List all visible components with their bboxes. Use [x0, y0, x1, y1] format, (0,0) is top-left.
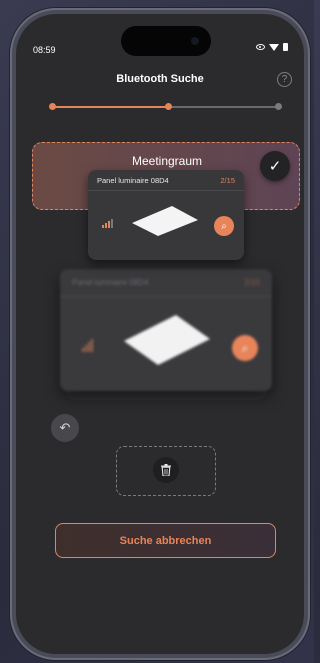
- ghost-card-count: 2/15: [244, 278, 260, 287]
- ghost-card-name: Panel luminaire 08D4: [72, 278, 149, 287]
- luminaire-card-blurred: Panel luminaire 08D4 2/15 ⌕: [60, 269, 272, 391]
- status-icons: [256, 43, 288, 51]
- luminaire-card[interactable]: Panel luminaire 08D4 2/15 ⌕: [88, 170, 244, 260]
- undo-icon: ↶: [59, 420, 71, 435]
- panel-shape-icon: [132, 206, 198, 236]
- step-dot-1: [49, 103, 56, 110]
- status-time: 08:59: [33, 45, 56, 55]
- stepper-line-complete: [51, 106, 169, 108]
- undo-button[interactable]: ↶: [51, 414, 79, 442]
- signal-strength-icon: [102, 219, 113, 228]
- dynamic-island: [121, 26, 211, 56]
- confirm-check-button[interactable]: ✓: [260, 151, 290, 181]
- search-icon: ⌕: [221, 220, 227, 232]
- panel-shape-icon: [124, 315, 210, 365]
- step-dot-2: [165, 103, 172, 110]
- step-dot-3: [275, 103, 282, 110]
- search-icon: ⌕: [232, 335, 258, 361]
- luminaire-card-count: 2/15: [220, 175, 235, 185]
- search-button[interactable]: ⌕: [214, 216, 234, 236]
- trash-button[interactable]: [153, 457, 179, 483]
- progress-stepper: [49, 103, 282, 111]
- cancel-search-button[interactable]: Suche abbrechen: [55, 523, 276, 558]
- trash-icon: [161, 464, 171, 476]
- page-title: Bluetooth Suche: [116, 73, 204, 85]
- battery-icon: [283, 43, 288, 51]
- stepper-line-pending: [169, 106, 279, 108]
- eye-icon: [256, 44, 265, 50]
- wifi-icon: [269, 43, 279, 51]
- camera-dot: [191, 37, 199, 45]
- signal-strength-icon: [82, 339, 93, 352]
- trash-drop-zone[interactable]: [116, 446, 216, 496]
- luminaire-card-name: Panel luminaire 08D4: [97, 175, 169, 185]
- help-icon[interactable]: ?: [277, 72, 292, 87]
- check-icon: ✓: [268, 158, 282, 175]
- app-screen: 08:59 Bluetooth Suche ? Meetingraum ✓ Pa…: [16, 14, 304, 654]
